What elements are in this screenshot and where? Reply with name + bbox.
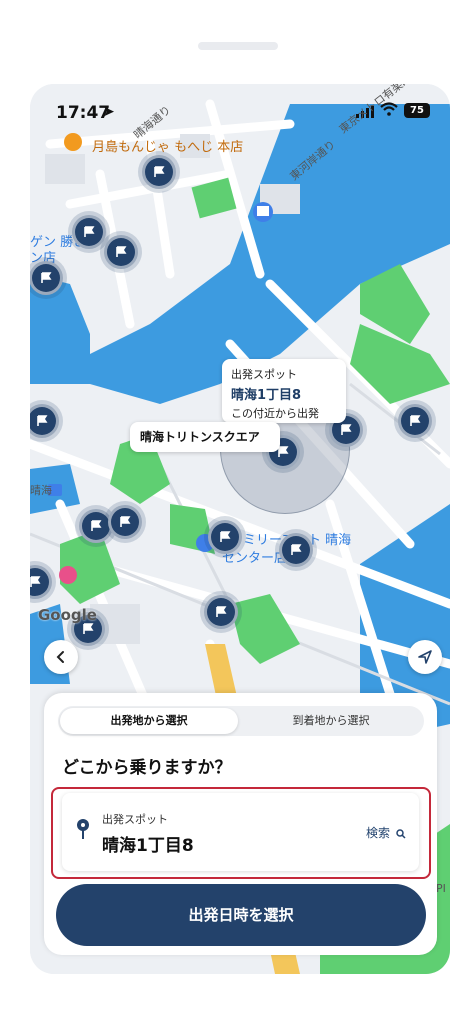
location-arrow-icon: ➤ xyxy=(103,104,115,120)
poi-right-edge: PI xyxy=(436,882,446,895)
departure-spot-field[interactable]: 出発スポット 晴海1丁目8 検索 xyxy=(62,793,419,871)
phone-screen: 17:47 ➤ 75 月島もんじゃ もへじ 本店 ゲン 勝どき ン店 晴海 海 … xyxy=(30,84,450,974)
search-label: 検索 xyxy=(366,826,391,840)
callout-caption: 出発スポット xyxy=(231,368,297,381)
spot-flag-icon[interactable] xyxy=(142,155,176,189)
field-caption: 出発スポット xyxy=(102,813,168,826)
navigation-arrow-icon xyxy=(418,650,432,664)
sheet-drag-handle[interactable] xyxy=(198,42,278,50)
location-pin-icon xyxy=(77,819,89,839)
search-link[interactable]: 検索 xyxy=(366,824,406,841)
callout-spot-name: 晴海1丁目8 xyxy=(231,388,302,403)
poi-convenience-2: センター店 xyxy=(222,551,288,566)
spot-flag-icon[interactable] xyxy=(398,404,432,438)
bottom-sheet: 出発地から選択 到着地から選択 どこから乗りますか？ 出発スポット 晴海1丁目8… xyxy=(44,693,437,955)
google-logo: Google xyxy=(38,606,97,624)
spot-flag-icon[interactable] xyxy=(204,595,238,629)
spot-flag-icon[interactable] xyxy=(279,533,313,567)
tab-from-departure[interactable]: 出発地から選択 xyxy=(60,708,238,734)
back-button[interactable] xyxy=(44,640,78,674)
poi-restaurant[interactable]: 月島もんじゃ もへじ 本店 xyxy=(92,136,243,155)
spot-flag-icon[interactable] xyxy=(108,505,142,539)
select-departure-time-button[interactable]: 出発日時を選択 xyxy=(56,884,426,946)
callout-note: この付近から出発 xyxy=(231,407,319,420)
landmark-callout[interactable]: 晴海トリトンスクエア xyxy=(130,422,280,452)
spot-flag-icon[interactable] xyxy=(104,235,138,269)
current-location-button[interactable] xyxy=(408,640,442,674)
tab-from-arrival[interactable]: 到着地から選択 xyxy=(240,708,422,734)
departure-spot-callout[interactable]: 出発スポット 晴海1丁目8 この付近から出発 xyxy=(222,359,346,423)
battery-icon: 75 xyxy=(404,103,430,118)
clock: 17:47 xyxy=(56,103,111,123)
spot-flag-icon[interactable] xyxy=(30,261,63,295)
field-value: 晴海1丁目8 xyxy=(102,836,194,856)
search-icon xyxy=(396,828,406,839)
sheet-question: どこから乗りますか？ xyxy=(62,758,232,778)
spot-flag-icon[interactable] xyxy=(208,520,242,554)
poi-left-mid: 晴海 xyxy=(30,484,52,497)
selection-mode-tabs: 出発地から選択 到着地から選択 xyxy=(58,706,424,736)
spot-flag-icon[interactable] xyxy=(72,215,106,249)
chevron-left-icon xyxy=(56,651,64,663)
